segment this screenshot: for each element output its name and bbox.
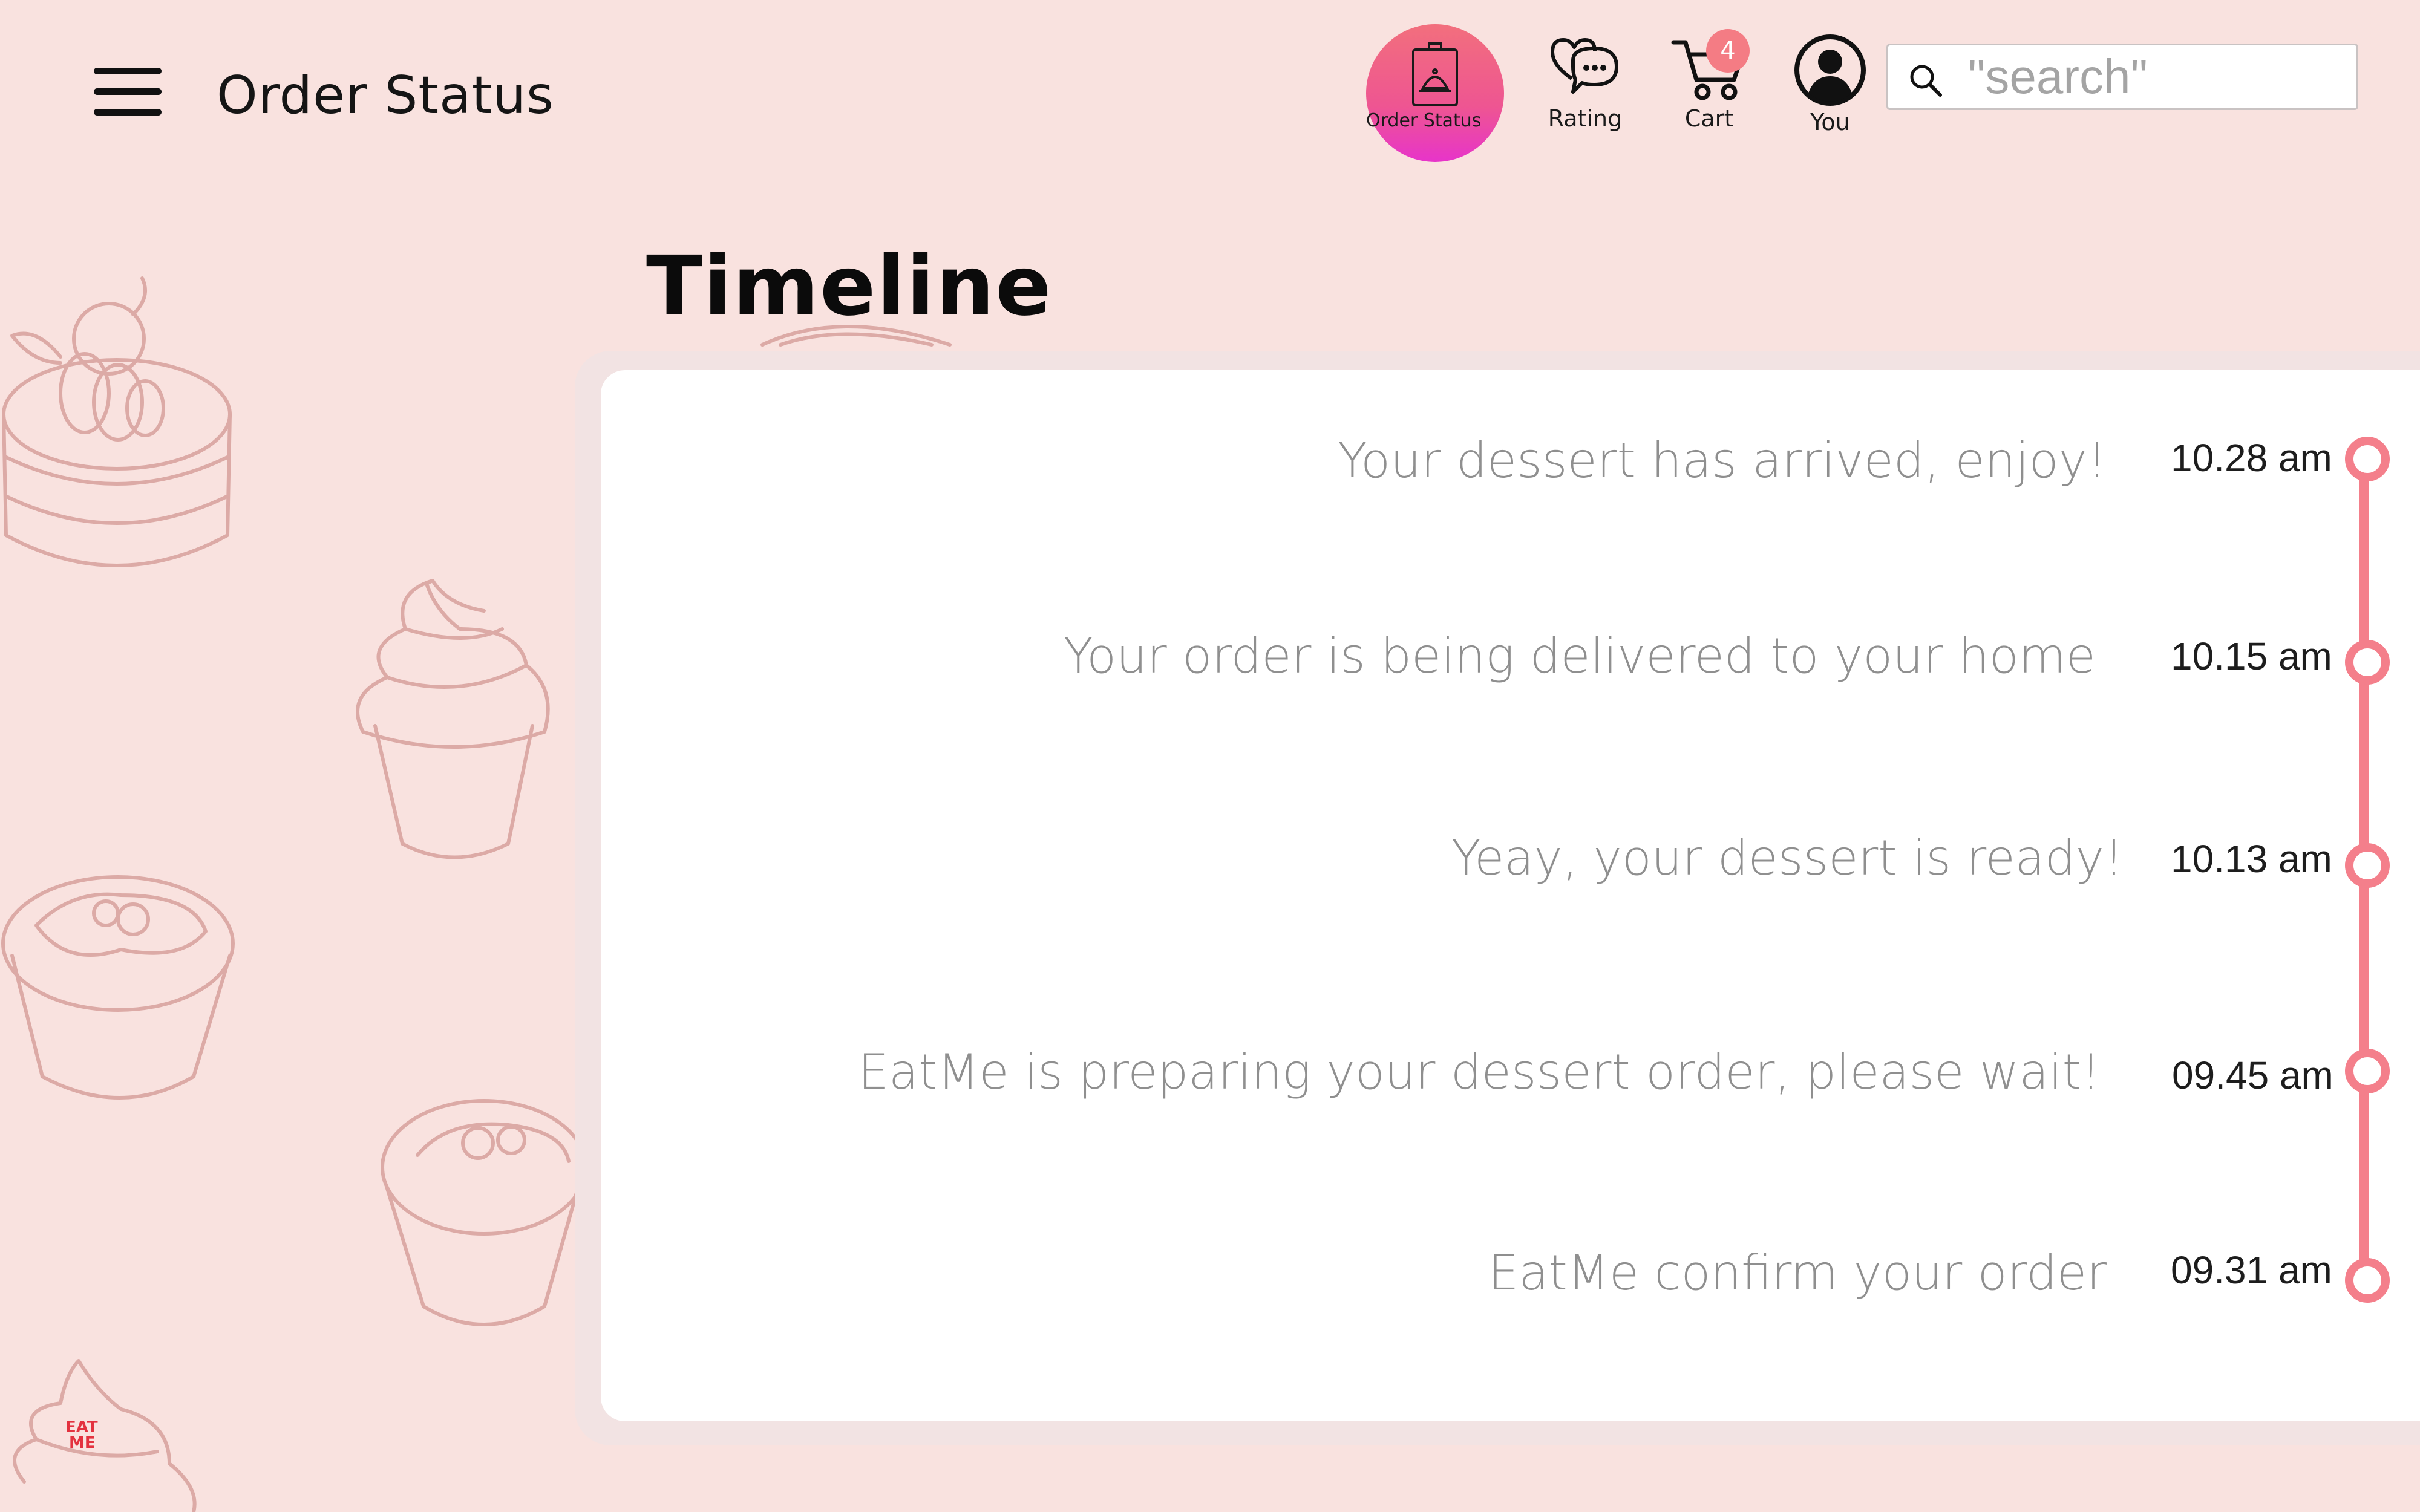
timeline-event-time: 10.28 am xyxy=(2171,436,2332,480)
nav-order-status[interactable]: Order Status xyxy=(1366,24,1504,162)
timeline-event-text: EatMe is preparing your dessert order, p… xyxy=(858,1044,2101,1100)
timeline-dot xyxy=(2345,1049,2390,1093)
user-circle-icon xyxy=(1794,34,1866,106)
nav-you-label: You xyxy=(1810,109,1850,135)
timeline-event-text: Your order is being delivered to your ho… xyxy=(1063,628,2096,684)
timeline-event: Your dessert has arrived, enjoy! xyxy=(605,432,2107,499)
page-title: Order Status xyxy=(217,65,554,126)
timeline-event-time: 10.15 am xyxy=(2171,634,2332,678)
eatme-logo: EAT ME xyxy=(53,1414,114,1456)
nav-you[interactable]: You xyxy=(1782,34,1879,135)
timeline-event: EatMe is preparing your dessert order, p… xyxy=(605,1044,2101,1110)
search-box[interactable] xyxy=(1886,44,2358,110)
heart-chat-icon xyxy=(1551,38,1618,94)
cart-count-badge: 4 xyxy=(1706,29,1750,73)
nav-rating-label: Rating xyxy=(1548,105,1623,132)
timeline-heading: Timeline xyxy=(646,239,1053,334)
timeline-event-time: 10.13 am xyxy=(2171,837,2332,881)
timeline-dot xyxy=(2345,1258,2390,1303)
timeline-event: Yeay, your dessert is ready! xyxy=(605,830,2124,896)
timeline-event-text: Your dessert has arrived, enjoy! xyxy=(1337,432,2107,489)
nav-cart-label: Cart xyxy=(1684,105,1734,132)
timeline-event-text: Yeay, your dessert is ready! xyxy=(1451,830,2124,886)
timeline-dot xyxy=(2345,640,2390,685)
timeline-event-time: 09.31 am xyxy=(2171,1248,2332,1292)
hamburger-menu-icon[interactable] xyxy=(94,68,162,116)
svg-text:ME: ME xyxy=(69,1434,96,1452)
timeline-event-text: EatMe confirm your order xyxy=(1488,1245,2107,1301)
food-bag-icon xyxy=(1412,42,1458,106)
timeline-event-time: 09.45 am xyxy=(2172,1054,2333,1097)
search-icon xyxy=(1910,65,1942,97)
timeline-event: EatMe confirm your order xyxy=(605,1245,2107,1311)
timeline-dot xyxy=(2345,437,2390,481)
timeline-event: Your order is being delivered to your ho… xyxy=(605,628,2096,694)
search-input[interactable] xyxy=(1967,49,2344,105)
nav-order-status-label: Order Status xyxy=(1366,110,1482,131)
timeline-dot xyxy=(2345,843,2390,888)
nav-rating[interactable]: Rating xyxy=(1537,36,1634,132)
